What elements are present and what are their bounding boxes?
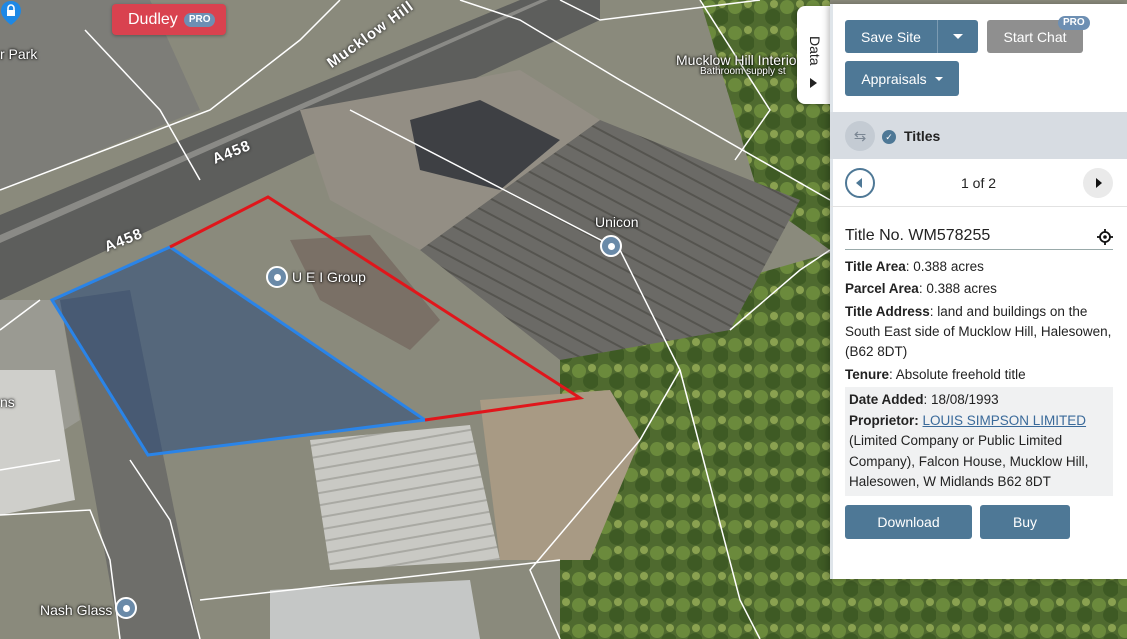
title-address-label: Title Address: [845, 304, 930, 319]
start-chat-label: Start Chat: [1003, 28, 1067, 45]
title-area-field: Title Area: 0.388 acres: [845, 257, 1115, 277]
chevron-down-icon: [953, 34, 963, 39]
start-chat-pro-tag: PRO: [1058, 16, 1090, 30]
proprietor-box: Date Added: 18/08/1993 Proprietor: LOUIS…: [845, 387, 1113, 496]
titles-label: Titles: [904, 128, 941, 144]
poi-marker-icon[interactable]: [115, 597, 137, 619]
check-circle-icon[interactable]: ✓: [882, 130, 896, 144]
poi-label-car-park: r Park: [0, 46, 38, 62]
title-area-label: Title Area: [845, 259, 906, 274]
poi-marker-icon[interactable]: [266, 266, 288, 288]
date-added-label: Date Added: [849, 392, 924, 407]
tenure-label: Tenure: [845, 367, 890, 382]
tenure-value: : Absolute freehold title: [889, 367, 1026, 382]
swap-arrows-icon[interactable]: ⇆: [845, 121, 875, 151]
save-site-button[interactable]: Save Site: [845, 20, 937, 53]
data-tab-label: Data: [807, 36, 823, 66]
region-badge-label: Dudley: [128, 10, 178, 28]
title-pager: 1 of 2: [830, 159, 1127, 207]
chevron-down-icon: [934, 76, 943, 81]
region-badge[interactable]: Dudley PRO: [112, 4, 226, 35]
date-added-field: Date Added: 18/08/1993: [849, 390, 1109, 411]
poi-label-nash-glass: Nash Glass: [40, 602, 113, 618]
expand-arrow-icon: [810, 78, 817, 88]
poi-label-bathroom-supply: Bathroom supply st: [700, 66, 786, 77]
download-button[interactable]: Download: [845, 505, 972, 539]
proprietor-link[interactable]: LOUIS SIMPSON LIMITED: [923, 413, 1087, 428]
poi-label-edge: ns: [0, 394, 15, 410]
titles-header: ⇆ ✓ Titles: [830, 112, 1127, 159]
lock-pin-icon[interactable]: [0, 0, 22, 26]
locate-target-icon[interactable]: [1097, 229, 1113, 245]
proprietor-details: (Limited Company or Public Limited Compa…: [849, 433, 1089, 489]
proprietor-label: Proprietor: [849, 412, 915, 428]
poi-label-unicon: Unicon: [595, 214, 639, 230]
panel-edge: [830, 4, 833, 579]
next-title-button[interactable]: [1083, 168, 1113, 198]
title-number: Title No. WM578255: [845, 227, 1113, 250]
pro-tag: PRO: [183, 12, 216, 27]
chevron-right-icon: [1096, 178, 1102, 188]
save-site-label: Save Site: [861, 28, 921, 45]
tenure-field: Tenure: Absolute freehold title: [845, 365, 1115, 385]
buy-button[interactable]: Buy: [980, 505, 1070, 539]
proprietor-field: Proprietor: LOUIS SIMPSON LIMITED (Limit…: [849, 412, 1089, 490]
appraisals-button[interactable]: Appraisals: [845, 61, 959, 96]
poi-marker-icon[interactable]: [600, 235, 622, 257]
data-panel-toggle[interactable]: Data: [797, 6, 831, 104]
buy-label: Buy: [1012, 514, 1038, 530]
download-label: Download: [877, 514, 940, 530]
date-added-value: : 18/08/1993: [923, 392, 999, 407]
site-panel: Save Site Start Chat PRO Appraisals ⇆ ✓ …: [830, 4, 1127, 579]
appraisals-label: Appraisals: [861, 70, 927, 87]
parcel-area-value: : 0.388 acres: [918, 281, 997, 296]
poi-label-uei-group: U E I Group: [292, 269, 366, 285]
title-address-field: Title Address: land and buildings on the…: [845, 302, 1115, 362]
save-site-dropdown-button[interactable]: [937, 20, 978, 53]
parcel-area-label: Parcel Area: [845, 281, 919, 296]
title-area-value: : 0.388 acres: [905, 259, 984, 274]
parcel-area-field: Parcel Area: 0.388 acres: [845, 279, 1115, 299]
